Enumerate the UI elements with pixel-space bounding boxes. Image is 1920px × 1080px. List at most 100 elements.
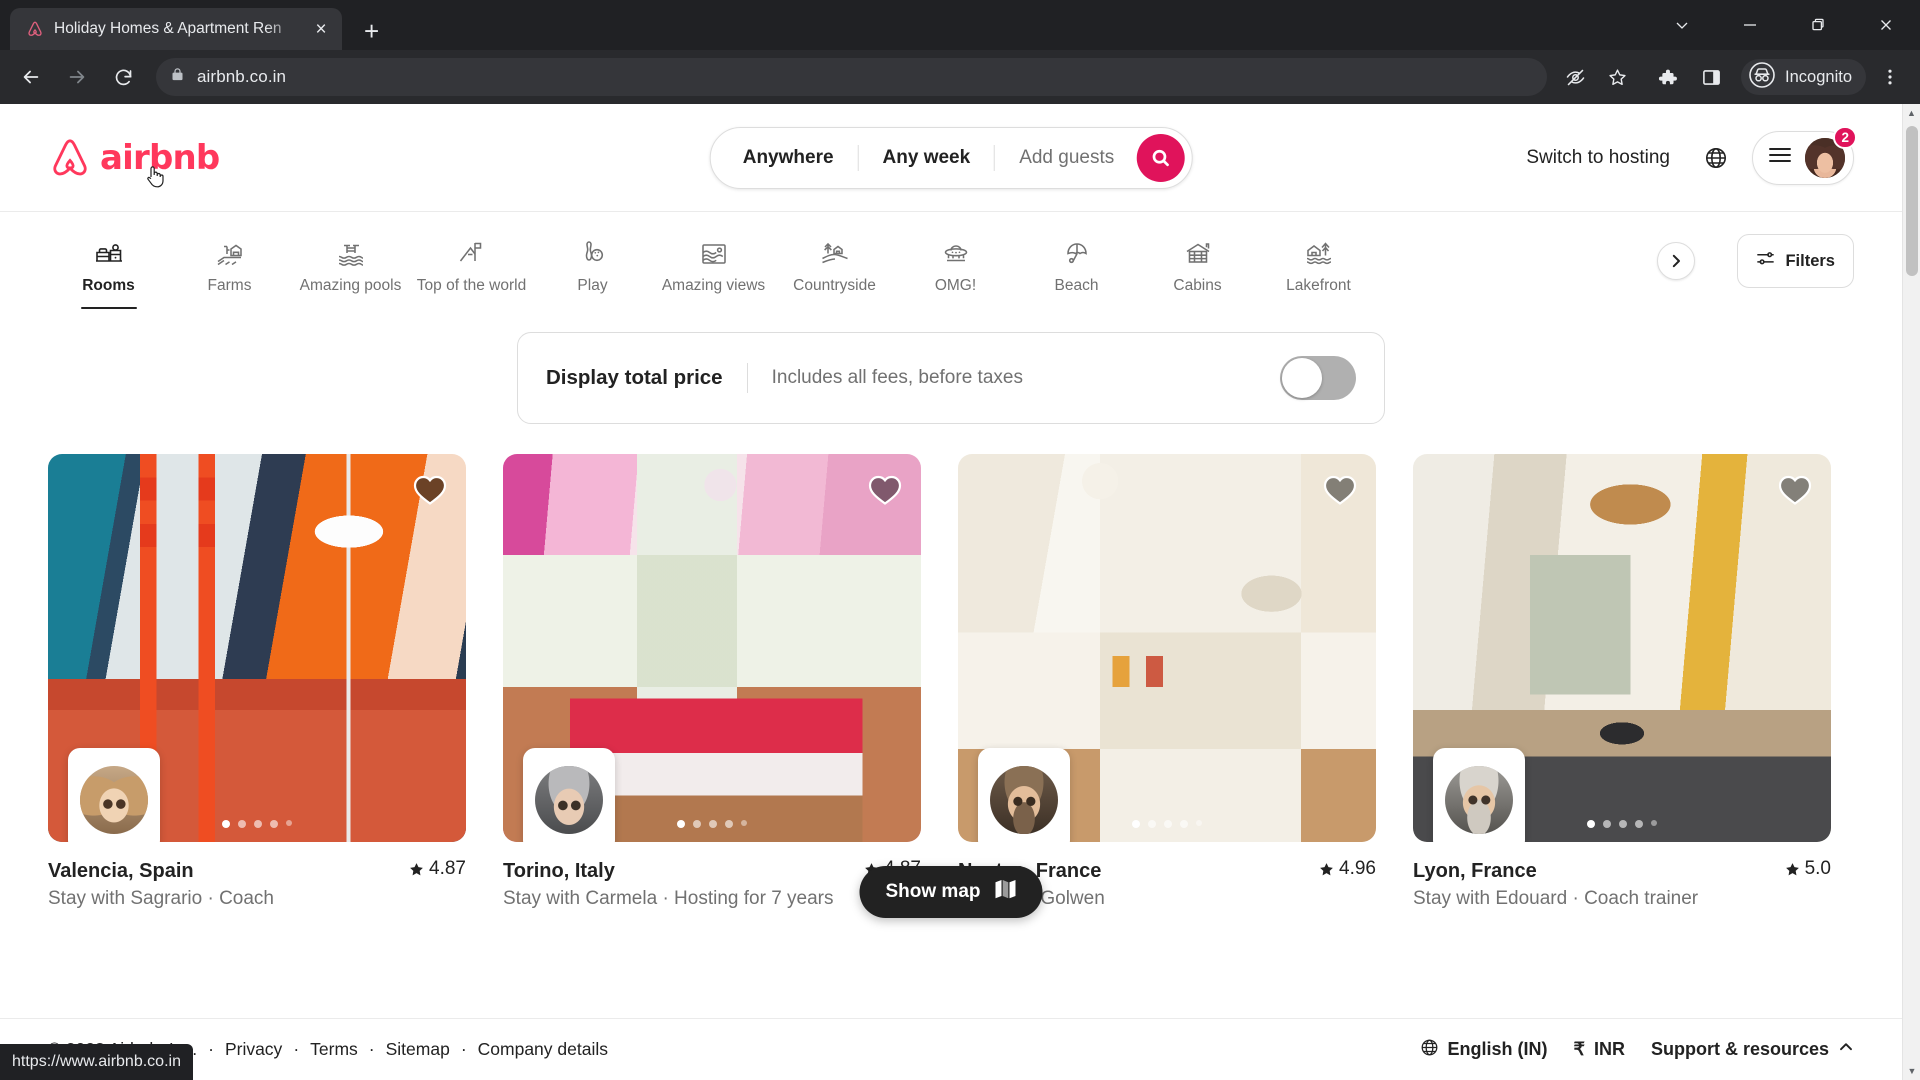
photo-dot[interactable] bbox=[238, 820, 246, 828]
photo-dot[interactable] bbox=[286, 820, 292, 826]
photo-dots[interactable] bbox=[677, 820, 747, 828]
favorite-heart-icon[interactable] bbox=[412, 472, 448, 506]
notification-badge: 2 bbox=[1833, 125, 1857, 149]
category-cabins[interactable]: Cabins bbox=[1137, 227, 1258, 295]
search-button[interactable] bbox=[1136, 133, 1185, 182]
browser-tab-strip: Holiday Homes & Apartment Ren × + bbox=[0, 0, 1920, 50]
category-label: Countryside bbox=[793, 277, 876, 294]
scroll-down-arrow[interactable]: ▼ bbox=[1903, 1062, 1920, 1080]
photo-dots[interactable] bbox=[1587, 820, 1657, 828]
photo-dot[interactable] bbox=[1603, 820, 1611, 828]
photo-dot[interactable] bbox=[725, 820, 733, 828]
minimize-icon[interactable] bbox=[1716, 0, 1784, 50]
category-lakefront[interactable]: Lakefront bbox=[1258, 227, 1379, 295]
category-label: Amazing views bbox=[661, 277, 766, 294]
favorite-heart-icon[interactable] bbox=[1322, 472, 1358, 506]
photo-dot[interactable] bbox=[222, 820, 230, 828]
puzzle-icon[interactable] bbox=[1647, 57, 1687, 97]
footer-link-company-details[interactable]: Company details bbox=[478, 1039, 608, 1060]
listing-photo[interactable] bbox=[958, 454, 1376, 842]
photo-dot[interactable] bbox=[1164, 820, 1172, 828]
photo-dot[interactable] bbox=[1635, 820, 1643, 828]
forward-arrow-icon bbox=[56, 56, 98, 98]
page-scrollbar[interactable]: ▲ ▼ bbox=[1902, 104, 1920, 1080]
listing-photo[interactable] bbox=[503, 454, 921, 842]
category-top-of-the-world[interactable]: Top of the world bbox=[411, 227, 532, 295]
category-countryside[interactable]: Countryside bbox=[774, 227, 895, 295]
photo-dot[interactable] bbox=[254, 820, 262, 828]
hamburger-icon[interactable] bbox=[1769, 147, 1791, 168]
switch-to-hosting-button[interactable]: Switch to hosting bbox=[1510, 135, 1686, 181]
close-tab-icon[interactable]: × bbox=[310, 20, 332, 39]
photo-dot[interactable] bbox=[1132, 820, 1140, 828]
photo-dot[interactable] bbox=[1651, 820, 1657, 826]
category-rooms[interactable]: Rooms bbox=[48, 227, 169, 309]
star-icon[interactable] bbox=[1597, 57, 1637, 97]
currency-label: INR bbox=[1593, 1039, 1625, 1059]
search-guests-field[interactable]: Add guests bbox=[995, 147, 1132, 169]
category-omg[interactable]: OMG! bbox=[895, 227, 1016, 295]
footer-link-sitemap[interactable]: Sitemap bbox=[386, 1039, 450, 1060]
new-tab-button[interactable]: + bbox=[364, 18, 379, 44]
search-bar[interactable]: Anywhere Any week Add guests bbox=[709, 126, 1193, 189]
kebab-menu-icon[interactable] bbox=[1870, 57, 1910, 97]
photo-dots[interactable] bbox=[222, 820, 292, 828]
photo-dot[interactable] bbox=[1180, 820, 1188, 828]
category-farms[interactable]: Farms bbox=[169, 227, 290, 295]
listing-photo[interactable] bbox=[48, 454, 466, 842]
address-bar[interactable]: airbnb.co.in bbox=[156, 58, 1548, 96]
close-window-icon[interactable] bbox=[1852, 0, 1920, 50]
category-scroller[interactable]: Rooms Farms Amazing pools Top of the wor… bbox=[48, 227, 1649, 309]
category-beach[interactable]: Beach bbox=[1016, 227, 1137, 295]
display-total-price-toggle[interactable] bbox=[1280, 356, 1356, 400]
globe-icon[interactable] bbox=[1692, 134, 1740, 182]
favorite-heart-icon[interactable] bbox=[867, 472, 903, 506]
maximize-restore-icon[interactable] bbox=[1784, 0, 1852, 50]
support-resources-button[interactable]: Support & resources bbox=[1651, 1039, 1854, 1060]
photo-dot[interactable] bbox=[270, 820, 278, 828]
photo-dot[interactable] bbox=[1148, 820, 1156, 828]
photo-dots[interactable] bbox=[1132, 820, 1202, 828]
scroll-up-arrow[interactable]: ▲ bbox=[1903, 104, 1920, 122]
show-map-button[interactable]: Show map bbox=[859, 865, 1043, 918]
chevron-right-icon[interactable] bbox=[1657, 242, 1696, 280]
listing-card[interactable]: Lyon, France 5.0 Stay with Edouard · Coa… bbox=[1413, 454, 1831, 910]
currency-selector[interactable]: ₹ INR bbox=[1574, 1039, 1625, 1060]
favorite-heart-icon[interactable] bbox=[1777, 472, 1813, 506]
browser-tab[interactable]: Holiday Homes & Apartment Ren × bbox=[10, 8, 342, 50]
footer-link-terms[interactable]: Terms bbox=[310, 1039, 358, 1060]
browser-toolbar: airbnb.co.in Incognito bbox=[0, 50, 1920, 104]
search-location-field[interactable]: Anywhere bbox=[719, 147, 858, 169]
airbnb-logo[interactable]: airbnb bbox=[48, 135, 220, 187]
photo-dot[interactable] bbox=[741, 820, 747, 826]
footer-link-privacy[interactable]: Privacy bbox=[225, 1039, 282, 1060]
chevron-down-icon[interactable] bbox=[1648, 0, 1716, 50]
listing-meta: Lyon, France 5.0 bbox=[1413, 858, 1831, 883]
photo-dot[interactable] bbox=[1196, 820, 1202, 826]
category-label: Lakefront bbox=[1286, 277, 1351, 294]
incognito-indicator[interactable]: Incognito bbox=[1741, 59, 1866, 95]
scrollbar-thumb[interactable] bbox=[1906, 126, 1918, 276]
listing-card[interactable]: Torino, Italy 4.87 Stay with Carmela · H… bbox=[503, 454, 921, 910]
category-amazing-pools[interactable]: Amazing pools bbox=[290, 227, 411, 295]
photo-dot[interactable] bbox=[1619, 820, 1627, 828]
eye-off-icon[interactable] bbox=[1555, 57, 1595, 97]
reload-icon[interactable] bbox=[102, 56, 144, 98]
listing-photo[interactable] bbox=[1413, 454, 1831, 842]
photo-dot[interactable] bbox=[1587, 820, 1595, 828]
filters-button[interactable]: Filters bbox=[1737, 234, 1854, 288]
side-panel-icon[interactable] bbox=[1691, 57, 1731, 97]
photo-dot[interactable] bbox=[677, 820, 685, 828]
photo-dot[interactable] bbox=[693, 820, 701, 828]
back-arrow-icon[interactable] bbox=[10, 56, 52, 98]
user-menu-button[interactable]: 2 bbox=[1752, 125, 1857, 185]
language-selector[interactable]: English (IN) bbox=[1420, 1038, 1548, 1062]
search-dates-field[interactable]: Any week bbox=[859, 147, 995, 169]
listing-card[interactable]: Valencia, Spain 4.87 Stay with Sagrario … bbox=[48, 454, 466, 910]
footer-separator: · bbox=[368, 1039, 375, 1059]
host-avatar bbox=[80, 766, 148, 834]
listing-card[interactable]: Nantes, France 4.96 Stay with Golwen bbox=[958, 454, 1376, 910]
photo-dot[interactable] bbox=[709, 820, 717, 828]
category-amazing-views[interactable]: Amazing views bbox=[653, 227, 774, 295]
category-play[interactable]: Play bbox=[532, 227, 653, 295]
